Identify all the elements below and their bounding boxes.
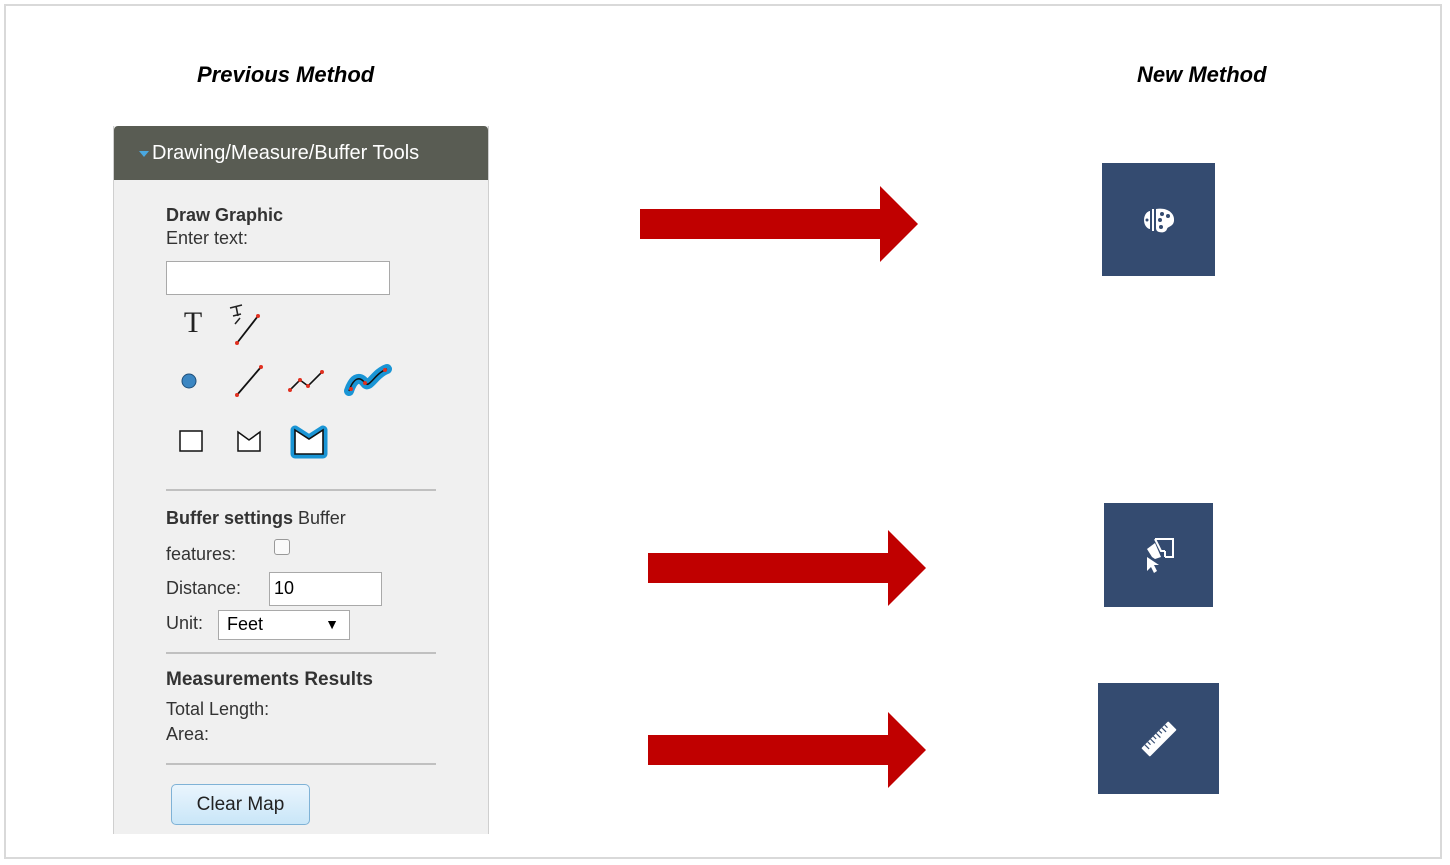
palette-icon <box>1143 208 1174 232</box>
right-arrow-icon <box>640 186 918 262</box>
ruler-icon <box>1141 721 1176 756</box>
freehand-polyline-tool-icon[interactable] <box>343 361 393 401</box>
right-arrow-icon <box>648 712 926 788</box>
buffer-label: Buffer <box>298 508 346 528</box>
new-method-heading: New Method <box>1137 62 1267 87</box>
unit-label: Unit: <box>166 613 204 633</box>
select-buffer-button[interactable] <box>1104 503 1213 607</box>
area-label: Area: <box>166 724 210 744</box>
measure-line-tool-icon[interactable] <box>221 302 271 346</box>
enter-text-label: Enter text: <box>166 228 249 248</box>
graphic-text-input[interactable] <box>166 261 390 295</box>
panel-header-title: Drawing/Measure/Buffer Tools <box>152 141 420 164</box>
buffer-settings-title: Buffer settings <box>166 508 294 528</box>
unit-select[interactable]: Feet ▼ <box>218 610 350 640</box>
polyline-tool-icon[interactable] <box>286 366 330 398</box>
clear-map-button[interactable]: Clear Map <box>171 784 310 825</box>
section-divider <box>166 489 436 491</box>
collapse-caret-icon[interactable] <box>139 151 149 157</box>
line-tool-icon[interactable] <box>228 361 268 401</box>
panel-header[interactable]: Drawing/Measure/Buffer Tools <box>114 126 488 180</box>
drawing-tools-panel: Drawing/Measure/Buffer Tools Draw Graphi… <box>113 126 489 834</box>
dropdown-arrow-icon: ▼ <box>325 616 339 632</box>
previous-method-heading: Previous Method <box>197 62 375 87</box>
draw-tool-button[interactable] <box>1102 163 1215 276</box>
buffer-features-checkbox[interactable] <box>274 539 290 555</box>
total-length-label: Total Length: <box>166 699 270 719</box>
select-cursor-icon <box>1146 538 1174 573</box>
section-divider <box>166 652 436 654</box>
point-tool-icon[interactable] <box>178 370 200 392</box>
features-label: features: <box>166 544 237 564</box>
text-tool-icon[interactable]: T <box>178 306 208 340</box>
right-arrow-icon <box>648 530 926 606</box>
distance-label: Distance: <box>166 578 242 598</box>
unit-select-value: Feet <box>227 614 264 634</box>
draw-graphic-title: Draw Graphic <box>166 205 284 225</box>
section-divider <box>166 763 436 765</box>
rectangle-tool-icon[interactable] <box>176 426 206 456</box>
polygon-tool-icon[interactable] <box>232 426 266 456</box>
freehand-polygon-tool-icon[interactable] <box>286 422 332 462</box>
measurements-results-title: Measurements Results <box>166 669 373 690</box>
measure-tool-button[interactable] <box>1098 683 1219 794</box>
distance-input[interactable]: 10 <box>269 572 382 606</box>
buffer-settings-row: Buffer settings Buffer <box>166 508 346 529</box>
